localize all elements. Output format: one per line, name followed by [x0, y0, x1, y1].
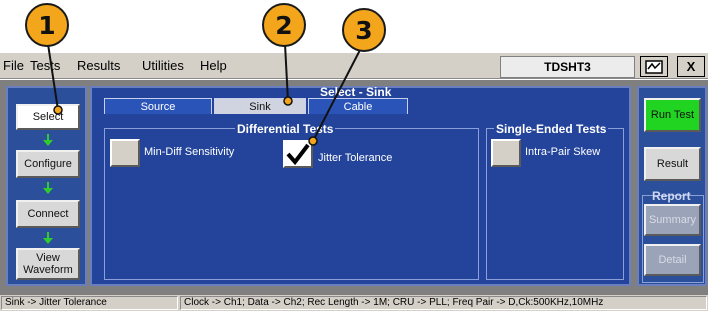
min-diff-sensitivity-label: Min-Diff Sensitivity	[144, 146, 235, 158]
status-selection: Sink -> Jitter Tolerance	[1, 296, 178, 310]
jitter-tolerance-checkbox[interactable]	[283, 140, 313, 168]
window-icon	[645, 59, 663, 74]
view-waveform-button[interactable]: View Waveform	[16, 248, 80, 280]
result-button[interactable]: Result	[644, 147, 701, 181]
panel-title: Select - Sink	[320, 85, 392, 99]
callout-3-number: 3	[342, 8, 386, 52]
menu-help[interactable]: Help	[200, 58, 227, 73]
select-button[interactable]: Select	[16, 104, 80, 130]
callout-1-number: 1	[25, 3, 69, 47]
tab-cable[interactable]: Cable	[308, 98, 408, 114]
checkmark-icon	[286, 143, 310, 166]
connect-button[interactable]: Connect	[16, 200, 80, 228]
intra-pair-skew-checkbox[interactable]	[491, 139, 521, 167]
menu-utilities[interactable]: Utilities	[142, 58, 184, 73]
differential-tests-title: Differential Tests	[235, 122, 336, 136]
report-title: Report	[652, 189, 691, 203]
arrow-down-icon	[43, 182, 53, 194]
tab-source[interactable]: Source	[104, 98, 212, 114]
window-icon-button[interactable]	[640, 56, 668, 77]
close-button[interactable]: X	[677, 56, 705, 77]
app-title: TDSHT3	[500, 56, 635, 78]
single-ended-tests-title: Single-Ended Tests	[494, 122, 609, 136]
run-test-button[interactable]: Run Test	[644, 98, 701, 132]
summary-button[interactable]: Summary	[644, 204, 701, 236]
arrow-down-icon	[43, 232, 53, 244]
menu-file[interactable]: File	[3, 58, 24, 73]
menu-results[interactable]: Results	[77, 58, 120, 73]
callout-2-number: 2	[262, 3, 306, 47]
min-diff-sensitivity-checkbox[interactable]	[110, 139, 140, 167]
arrow-down-icon	[43, 134, 53, 146]
jitter-tolerance-label: Jitter Tolerance	[318, 152, 393, 164]
menu-tests[interactable]: Tests	[30, 58, 60, 73]
status-config: Clock -> Ch1; Data -> Ch2; Rec Length ->…	[180, 296, 707, 310]
configure-button[interactable]: Configure	[16, 150, 80, 178]
tab-sink[interactable]: Sink	[214, 98, 306, 114]
detail-button[interactable]: Detail	[644, 244, 701, 276]
intra-pair-skew-label: Intra-Pair Skew	[525, 146, 601, 158]
